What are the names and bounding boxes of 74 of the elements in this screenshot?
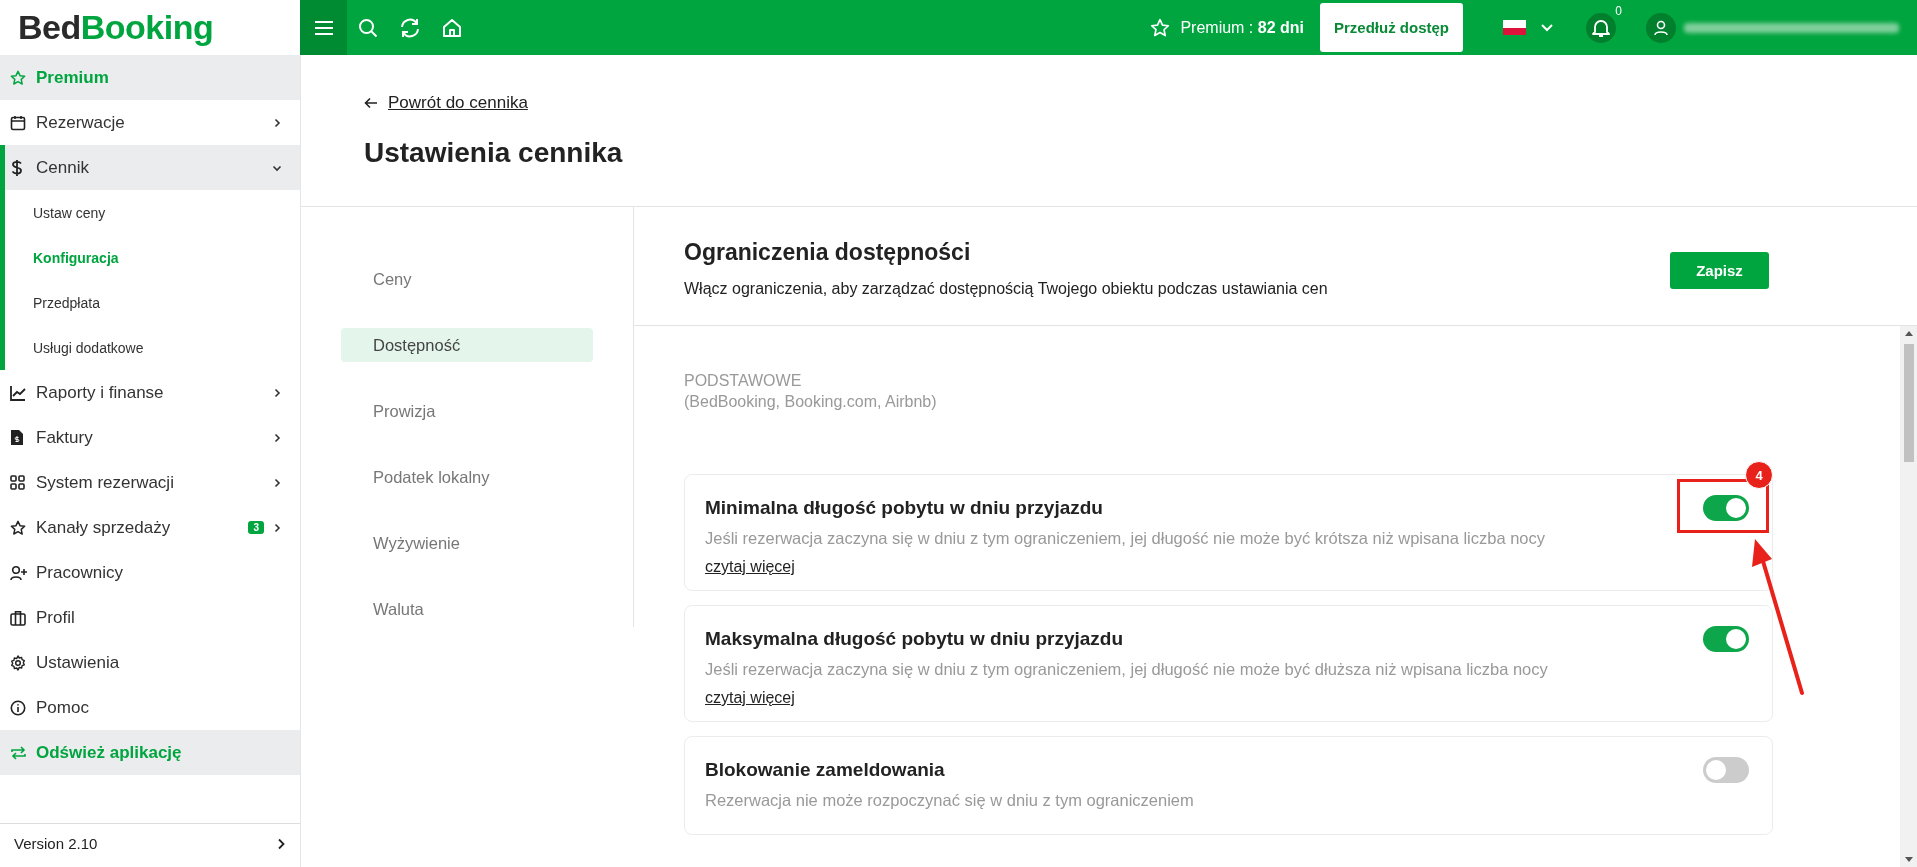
section-description: Włącz ograniczenia, aby zarządzać dostępnością Twojego obiektu podczas ustawiania cen bbox=[684, 280, 1328, 298]
settings-tab[interactable]: Podatek lokalny bbox=[341, 460, 593, 495]
settings-tab[interactable]: Wyżywienie bbox=[341, 526, 593, 561]
sidebar-item[interactable]: Profil bbox=[0, 595, 300, 640]
briefcase-icon bbox=[10, 609, 26, 626]
star-icon bbox=[10, 519, 26, 536]
dollar-icon bbox=[10, 158, 24, 177]
menu-icon bbox=[313, 19, 334, 36]
read-more-link[interactable]: czytaj więcej bbox=[705, 689, 795, 706]
step-badge: 4 bbox=[1745, 461, 1773, 489]
menu-button[interactable] bbox=[300, 0, 347, 55]
restriction-description: Rezerwacja nie może rozpoczynać się w dniu z tym ograniczeniem bbox=[705, 791, 1195, 810]
star-icon bbox=[10, 69, 26, 86]
refresh-icon bbox=[10, 744, 27, 761]
chevron-icon bbox=[272, 522, 282, 533]
invoice-icon bbox=[10, 429, 24, 446]
flag-icon bbox=[1503, 20, 1526, 35]
sidebar-item[interactable]: Faktury bbox=[0, 415, 300, 460]
chevron-icon bbox=[272, 117, 282, 128]
sidebar-item[interactable]: Pomoc bbox=[0, 685, 300, 730]
settings-tab[interactable]: Ceny bbox=[341, 262, 593, 297]
info-icon bbox=[10, 699, 26, 716]
sidebar-item[interactable]: Pracownicy bbox=[0, 550, 300, 595]
back-arrow-icon bbox=[364, 97, 378, 109]
chevron-icon bbox=[272, 387, 282, 398]
settings-tab[interactable]: Prowizja bbox=[341, 394, 593, 429]
sidebar-item[interactable]: Ustawienia bbox=[0, 640, 300, 685]
group-label: PODSTAWOWE bbox=[684, 371, 803, 391]
grid-icon bbox=[10, 475, 25, 490]
restriction-title: Blokowanie zameldowania bbox=[705, 759, 945, 781]
sidebar-subitem[interactable]: Przedpłata bbox=[5, 280, 300, 325]
restriction-description: Jeśli rezerwacja zaczyna się w dniu z tym ograniczeniem, jej długość nie może być krótsza niż wpisana liczba nocy bbox=[705, 529, 1547, 548]
page-title: Ustawienia cennika bbox=[364, 137, 624, 169]
star-icon bbox=[1150, 17, 1171, 38]
read-more-link[interactable]: czytaj więcej bbox=[705, 558, 795, 575]
scrollbar[interactable] bbox=[1900, 326, 1917, 867]
count-badge: 3 bbox=[248, 521, 264, 534]
restriction-title: Maksymalna długość pobytu w dniu przyjazdu bbox=[705, 628, 1124, 650]
gear-icon bbox=[10, 654, 26, 671]
settings-tab[interactable]: Dostępność bbox=[341, 328, 593, 363]
user-plus-icon bbox=[10, 564, 28, 581]
group-sublabel: (BedBooking, Booking.com, Airbnb) bbox=[684, 392, 938, 412]
extend-access-button[interactable]: Przedłuż dostęp bbox=[1320, 3, 1463, 52]
scrollbar-thumb[interactable] bbox=[1903, 344, 1914, 462]
notification-count: 0 bbox=[1612, 3, 1625, 18]
sidebar-item[interactable]: System rezerwacji bbox=[0, 460, 300, 505]
sidebar-item[interactable]: Cennik bbox=[0, 145, 300, 190]
settings-tab[interactable]: Waluta bbox=[341, 592, 593, 628]
sidebar-item[interactable]: Kanały sprzedaży 3 bbox=[0, 505, 300, 550]
sidebar-item[interactable]: Raporty i finanse bbox=[0, 370, 300, 415]
sidebar-subitem[interactable]: Usługi dodatkowe bbox=[5, 325, 300, 370]
restriction-title: Minimalna długość pobytu w dniu przyjazdu bbox=[705, 497, 1103, 519]
version-item[interactable]: Version 2.10 bbox=[0, 823, 300, 863]
sidebar-item[interactable]: Rezerwacje bbox=[0, 100, 300, 145]
premium-days-text: Premium : 82 dni bbox=[1180, 18, 1304, 37]
bell-icon bbox=[1592, 17, 1610, 38]
calendar-icon bbox=[10, 114, 26, 131]
chevron-icon bbox=[276, 837, 286, 850]
chevron-icon bbox=[1540, 22, 1554, 33]
scroll-up-icon[interactable] bbox=[1904, 330, 1913, 336]
toggle-switch[interactable] bbox=[1703, 757, 1749, 783]
toggle-switch[interactable] bbox=[1703, 626, 1749, 652]
logo-text: BedBooking bbox=[18, 8, 214, 47]
sidebar-subitem[interactable]: Ustaw ceny bbox=[5, 190, 300, 235]
section-title: Ograniczenia dostępności bbox=[684, 239, 972, 266]
restriction-description: Jeśli rezerwacja zaczyna się w dniu z tym ograniczeniem, jej długość nie może być dłuższa niż wpisana liczba nocy bbox=[705, 660, 1549, 679]
chevron-icon bbox=[272, 432, 282, 443]
notifications-button[interactable] bbox=[1586, 12, 1616, 43]
scroll-down-icon[interactable] bbox=[1904, 857, 1913, 863]
chart-icon bbox=[10, 384, 26, 401]
back-link[interactable]: Powrót do cennika bbox=[364, 93, 528, 113]
chevron-icon bbox=[272, 477, 282, 488]
toggle-switch[interactable] bbox=[1703, 495, 1749, 521]
user-avatar-icon[interactable] bbox=[1646, 12, 1676, 43]
